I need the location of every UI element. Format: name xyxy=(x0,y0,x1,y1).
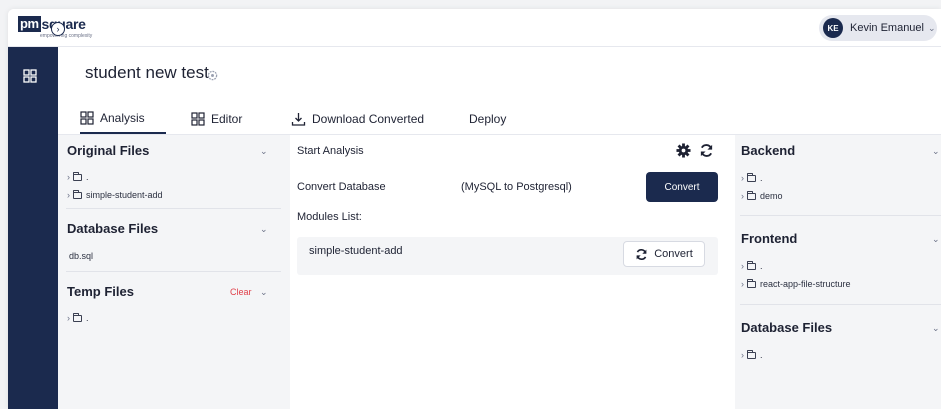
grid-icon xyxy=(191,112,205,126)
download-icon xyxy=(291,112,306,126)
caret-right-icon: › xyxy=(67,172,70,182)
tree-item-label: . xyxy=(86,172,89,182)
chevron-down-icon[interactable]: ⌄ xyxy=(260,146,268,157)
tree-item[interactable]: › . xyxy=(67,312,89,323)
folder-icon xyxy=(747,260,756,270)
tree-item-label: . xyxy=(86,313,89,323)
logo-tagline: empowering complexity xyxy=(40,33,93,39)
chevron-down-icon[interactable]: ⌄ xyxy=(932,323,940,334)
file-item[interactable]: db.sql xyxy=(69,251,93,261)
chevron-down-icon[interactable]: ⌄ xyxy=(260,224,268,235)
database-files-heading-right: Database Files xyxy=(741,320,833,335)
tab-editor[interactable]: Editor xyxy=(191,104,242,134)
settings-cog-icon[interactable] xyxy=(207,70,218,81)
chevron-down-icon[interactable]: ⌄ xyxy=(932,146,940,157)
module-convert-label: Convert xyxy=(654,248,693,260)
module-name: simple-student-add xyxy=(309,245,403,257)
caret-right-icon: › xyxy=(67,190,70,200)
tab-label: Deploy xyxy=(469,112,507,126)
apps-grid-icon[interactable] xyxy=(23,69,37,83)
top-bar: pm square empowering complexity KE Kevin… xyxy=(8,9,941,47)
app-window: pm square empowering complexity KE Kevin… xyxy=(8,9,941,409)
database-files-heading: Database Files xyxy=(67,221,159,236)
grid-icon xyxy=(80,111,94,125)
convert-database-button[interactable]: Convert xyxy=(646,172,718,202)
tree-item[interactable]: › . xyxy=(741,349,763,360)
tree-item-label: . xyxy=(760,350,763,360)
module-convert-button[interactable]: Convert xyxy=(623,241,705,267)
caret-right-icon: › xyxy=(741,261,744,271)
convert-database-desc: (MySQL to Postgresql) xyxy=(461,181,572,193)
start-analysis-label: Start Analysis xyxy=(297,145,364,157)
gear-icon[interactable] xyxy=(676,143,691,158)
left-panel xyxy=(58,135,290,409)
sidebar-toggle-chevron-icon[interactable]: › xyxy=(51,22,65,36)
tree-item-label: simple-student-add xyxy=(86,190,163,200)
folder-icon xyxy=(73,189,82,199)
convert-database-label: Convert Database xyxy=(297,181,386,193)
caret-right-icon: › xyxy=(741,191,744,201)
tree-item-label: demo xyxy=(760,191,783,201)
tab-label: Editor xyxy=(211,112,243,126)
tree-item[interactable]: › react-app-file-structure xyxy=(741,278,851,289)
chevron-down-icon: ⌄ xyxy=(928,22,936,33)
tree-item-label: . xyxy=(760,261,763,271)
tab-label: Download Converted xyxy=(312,112,425,126)
tree-item-label: react-app-file-structure xyxy=(760,279,851,289)
section-divider xyxy=(740,215,941,216)
clear-button[interactable]: Clear xyxy=(230,287,252,297)
folder-icon xyxy=(747,172,756,182)
right-panel xyxy=(735,135,941,409)
tree-item-label: . xyxy=(760,173,763,183)
chevron-down-icon[interactable]: ⌄ xyxy=(932,234,940,245)
caret-right-icon: › xyxy=(741,279,744,289)
section-divider xyxy=(66,271,281,272)
modules-list-label: Modules List: xyxy=(297,211,362,223)
tree-item[interactable]: › . xyxy=(741,260,763,271)
tree-item[interactable]: › . xyxy=(741,172,763,183)
folder-icon xyxy=(747,349,756,359)
page-title: student new test xyxy=(85,63,209,82)
section-divider xyxy=(740,304,941,305)
sidebar-rail xyxy=(8,47,58,409)
section-divider xyxy=(66,208,281,209)
folder-icon xyxy=(747,278,756,288)
caret-right-icon: › xyxy=(67,313,70,323)
tab-analysis[interactable]: Analysis xyxy=(80,104,166,134)
user-menu[interactable]: KE Kevin Emanuel ⌄ xyxy=(819,15,937,41)
tab-download-converted[interactable]: Download Converted xyxy=(291,104,424,134)
folder-icon xyxy=(73,171,82,181)
frontend-heading: Frontend xyxy=(741,231,798,246)
refresh-icon xyxy=(636,248,647,260)
chevron-down-icon[interactable]: ⌄ xyxy=(260,287,268,298)
backend-heading: Backend xyxy=(741,143,796,158)
logo-pm-text: pm xyxy=(18,16,41,32)
tab-deploy[interactable]: Deploy xyxy=(469,104,506,134)
avatar: KE xyxy=(823,18,843,38)
caret-right-icon: › xyxy=(741,173,744,183)
tab-label: Analysis xyxy=(100,111,145,125)
original-files-heading: Original Files xyxy=(67,143,150,158)
tree-item[interactable]: › simple-student-add xyxy=(67,189,163,200)
caret-right-icon: › xyxy=(741,350,744,360)
tree-item[interactable]: › . xyxy=(67,171,89,182)
temp-files-heading: Temp Files xyxy=(67,284,134,299)
user-name: Kevin Emanuel xyxy=(850,22,924,34)
folder-icon xyxy=(73,312,82,322)
tree-item[interactable]: › demo xyxy=(741,190,783,201)
folder-icon xyxy=(747,190,756,200)
refresh-icon[interactable] xyxy=(699,143,714,158)
